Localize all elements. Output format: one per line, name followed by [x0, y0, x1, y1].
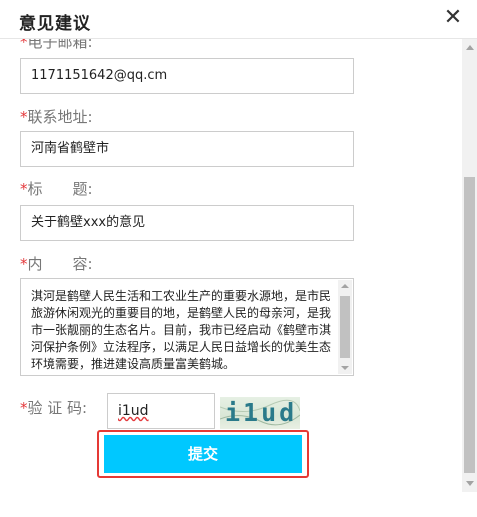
subject-label-text-a: 标 [27, 180, 43, 198]
dialog-title: 意见建议 [19, 14, 91, 34]
subject-field[interactable]: 关于鹤壁xxx的意见 [20, 205, 354, 241]
scroll-up-icon[interactable] [341, 284, 349, 288]
required-mark: * [20, 108, 28, 126]
scroll-down-icon[interactable] [466, 481, 474, 486]
scroll-up-icon[interactable] [466, 45, 474, 50]
address-label: *联系地址: [20, 106, 93, 127]
required-mark: * [20, 399, 28, 417]
captcha-label: *验 证 码: [20, 397, 87, 418]
scroll-thumb[interactable] [340, 296, 350, 358]
email-label: *电子邮箱: [20, 39, 93, 52]
captcha-code-text: i1ud [225, 398, 298, 427]
captcha-input-value: i1ud [118, 403, 149, 419]
content-label-text-b: 容: [72, 255, 93, 273]
address-label-text: 联系地址: [27, 108, 93, 126]
content-label: *内 容: [20, 253, 93, 274]
dialog-titlebar: 意见建议 ✕ [0, 0, 477, 39]
captcha-image[interactable]: i1ud [220, 397, 300, 429]
email-field[interactable]: 1171151642@qq.cm [20, 58, 354, 94]
captcha-label-text: 验 证 码: [27, 399, 88, 417]
email-label-text: 电子邮箱: [27, 39, 93, 51]
textarea-scrollbar[interactable] [338, 280, 352, 374]
submit-button[interactable]: 提交 [104, 435, 302, 473]
content-text: 淇河是鹤壁人民生活和工农业生产的重要水源地，是市民旅游休闲观光的重要目的地，是鹤… [31, 289, 332, 371]
dialog-scrollbar[interactable] [462, 39, 477, 492]
content-label-text-a: 内 [27, 255, 43, 273]
required-mark: * [20, 255, 28, 273]
scroll-down-icon[interactable] [341, 366, 349, 370]
content-textarea[interactable]: 淇河是鹤壁人民生活和工农业生产的重要水源地，是市民旅游休闲观光的重要目的地，是鹤… [20, 278, 354, 376]
scroll-thumb[interactable] [464, 177, 475, 473]
subject-label: *标 题: [20, 178, 93, 199]
captcha-input[interactable]: i1ud [107, 393, 215, 429]
address-field[interactable]: 河南省鹤壁市 [20, 131, 354, 167]
required-mark: * [20, 180, 28, 198]
subject-label-text-b: 题: [72, 180, 93, 198]
required-mark: * [20, 39, 28, 51]
close-icon[interactable]: ✕ [443, 7, 463, 29]
